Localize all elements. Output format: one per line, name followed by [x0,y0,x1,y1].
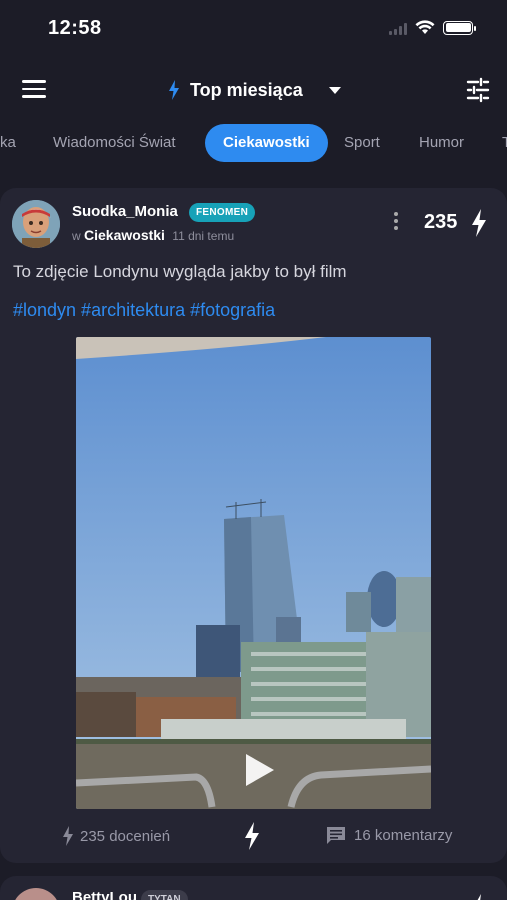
rank-badge: FENOMEN [189,203,256,222]
feed-title: Top miesiąca [190,79,303,100]
tab-humor[interactable]: Humor [401,124,482,162]
upvote-bolt-icon[interactable] [470,894,488,900]
bolt-icon [169,80,179,100]
post-card-next: BettyLou TYTAN [0,876,507,900]
comment-icon [327,827,345,844]
tab-ciekawostki[interactable]: Ciekawostki [205,124,328,162]
reactions-count[interactable]: 235 docenień [62,826,170,846]
post-author[interactable]: Suodka_Monia [72,203,178,220]
post-meta: w Ciekawostki 11 dni temu [72,227,234,243]
more-options-icon[interactable] [392,212,400,234]
filter-sliders-icon[interactable] [465,77,491,103]
reactions-label: 235 docenień [80,827,171,845]
tab-sport[interactable]: Sport [326,124,398,162]
bolt-outline-icon [63,826,73,846]
post-card: Suodka_Monia FENOMEN w Ciekawostki 11 dn… [0,188,507,863]
status-time: 12:58 [48,17,102,39]
post-score: 235 [424,211,458,233]
upvote-bolt-icon[interactable] [470,209,488,237]
avatar[interactable] [12,200,60,248]
post-hashtags[interactable]: #londyn #architektura #fotografia [13,300,275,321]
post-time-ago: 11 dni temu [172,229,235,243]
meta-in-prefix: w [72,229,81,243]
post-video-thumbnail[interactable] [76,337,431,809]
avatar[interactable] [12,888,60,900]
status-icons [389,20,476,35]
rank-badge: TYTAN [141,890,188,900]
top-header: Top miesiąca [0,68,507,112]
post-text: To zdjęcie Londynu wygląda jakby to był … [13,262,347,281]
tab-partial-left[interactable]: ka [0,124,34,162]
tab-partial-right[interactable]: T [484,124,507,162]
post-category[interactable]: Ciekawostki [84,227,165,243]
status-bar: 12:58 [0,0,507,56]
play-icon[interactable] [243,753,275,787]
chevron-down-icon [328,86,341,94]
cellular-signal-icon [389,21,407,35]
category-tabs: ka Wiadomości Świat Ciekawostki Sport Hu… [0,124,507,164]
comments-count[interactable]: 16 komentarzy [326,826,452,845]
tab-wiadomosci-swiat[interactable]: Wiadomości Świat [35,124,194,162]
comments-label: 16 komentarzy [354,827,453,844]
wifi-icon [415,20,435,34]
menu-icon[interactable] [22,80,46,100]
feed-selector[interactable]: Top miesiąca [168,76,341,104]
battery-icon [443,20,476,35]
post-author[interactable]: BettyLou [72,889,137,900]
react-bolt-icon[interactable] [243,822,261,850]
